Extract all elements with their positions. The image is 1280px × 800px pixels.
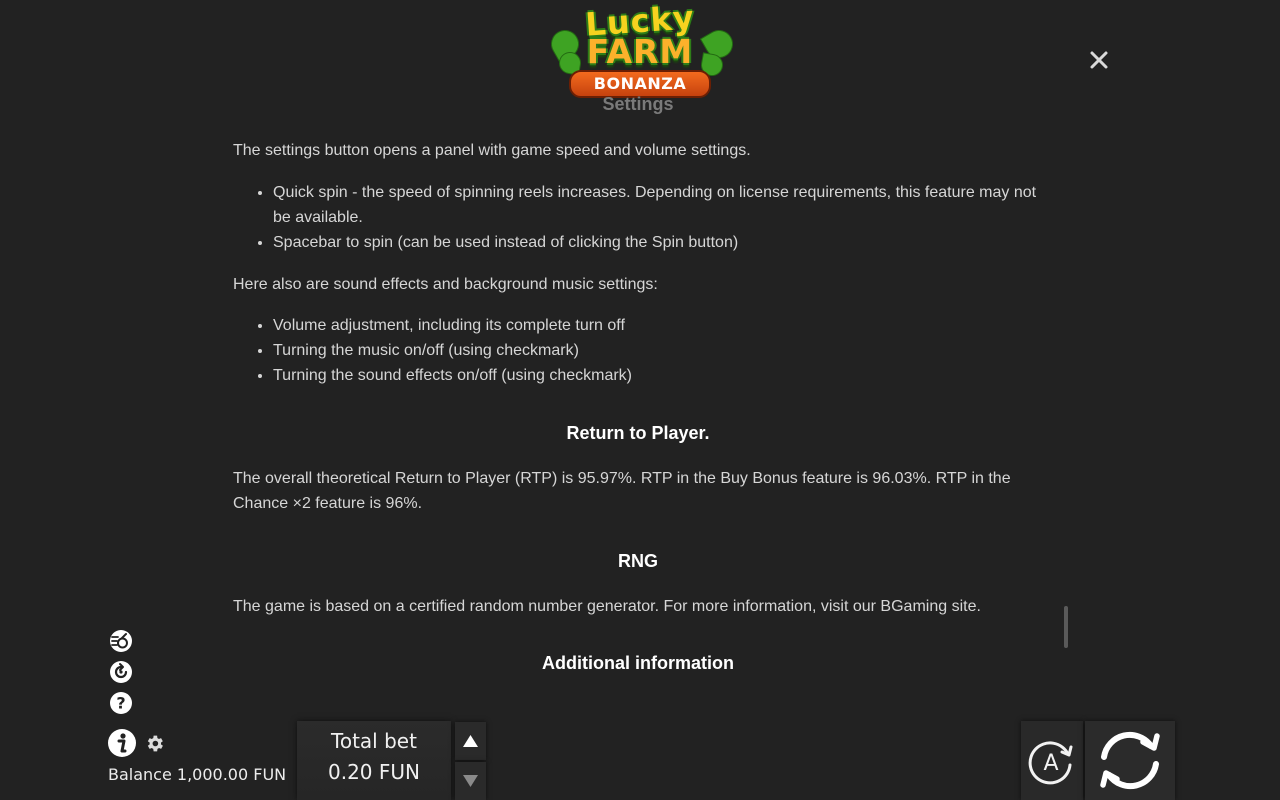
list-item: Volume adjustment, including its complet… — [273, 313, 1043, 338]
autoplay-button[interactable]: A — [1021, 721, 1083, 800]
total-bet-panel: Total bet 0.20 FUN — [297, 721, 451, 800]
rtp-heading: Return to Player. — [566, 423, 710, 443]
settings-heading: Settings — [602, 94, 674, 114]
rtp-text: The overall theoretical Return to Player… — [233, 470, 1011, 512]
total-bet-label: Total bet — [331, 729, 417, 753]
help-button[interactable]: ? — [109, 691, 133, 715]
settings-button[interactable] — [144, 733, 165, 754]
sound-intro: Here also are sound effects and backgrou… — [233, 276, 658, 293]
spin-icon — [1100, 731, 1160, 790]
quick-spin-button[interactable] — [109, 660, 133, 684]
autoplay-icon: A — [1028, 741, 1073, 785]
list-item: Quick spin - the speed of spinning reels… — [273, 180, 1043, 230]
rules-content[interactable]: Settings The settings button opens a pan… — [233, 88, 1043, 688]
rng-heading: RNG — [618, 551, 658, 571]
additional-info-heading: Additional information — [542, 653, 734, 673]
spin-button[interactable] — [1085, 721, 1175, 800]
game-rules-screen: Lucky FARM BONANZA Settings The settings… — [0, 0, 1280, 800]
list-item: Turning the sound effects on/off (using … — [273, 363, 1043, 388]
game-logo: Lucky FARM BONANZA — [545, 0, 739, 102]
balance-display: Balance 1,000.00 FUN — [108, 765, 287, 784]
gear-icon — [147, 735, 163, 752]
triangle-down-icon — [463, 775, 478, 787]
list-item: Turning the music on/off (using checkmar… — [273, 338, 1043, 363]
bet-decrease-button[interactable] — [455, 762, 486, 800]
quick-spin-icon — [110, 661, 132, 683]
sound-bullet-list: Volume adjustment, including its complet… — [233, 313, 1043, 388]
settings-intro: The settings button opens a panel with g… — [233, 142, 751, 159]
rng-text: The game is based on a certified random … — [233, 598, 981, 615]
svg-text:?: ? — [116, 694, 125, 713]
logo-word-farm: FARM — [586, 32, 694, 71]
close-icon — [1090, 51, 1108, 69]
list-item: Spacebar to spin (can be used instead of… — [273, 230, 1043, 255]
info-icon — [108, 729, 136, 757]
total-bet-value: 0.20 FUN — [328, 760, 420, 784]
help-icon: ? — [110, 692, 132, 714]
triangle-up-icon — [463, 735, 478, 747]
scrollbar-thumb[interactable] — [1064, 606, 1068, 648]
turbo-spin-button[interactable] — [109, 629, 133, 653]
bet-increase-button[interactable] — [455, 722, 486, 760]
autoplay-letter: A — [1043, 751, 1058, 776]
info-button[interactable] — [107, 728, 137, 758]
settings-bullet-list: Quick spin - the speed of spinning reels… — [233, 180, 1043, 255]
turbo-spin-icon — [110, 630, 132, 652]
close-button[interactable] — [1087, 48, 1111, 72]
